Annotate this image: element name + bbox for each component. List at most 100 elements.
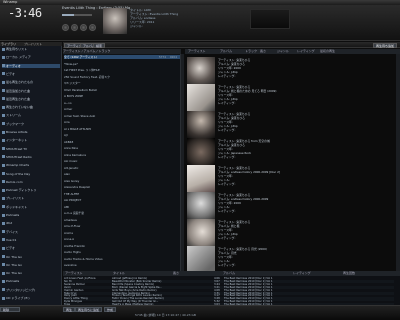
artist-row[interactable]: 9mm Parabellum Bullet	[64, 88, 180, 92]
artist-row[interactable]: Alex Gorey	[64, 179, 180, 183]
sidebar-tree-item[interactable]: Vue 01	[2, 238, 60, 242]
sidebar-tree-item[interactable]: ブックマーク	[2, 122, 60, 126]
artist-row[interactable]: Amu P-Flow	[64, 224, 180, 228]
window-title: Winamp	[3, 0, 18, 4]
sidebar-tree-item[interactable]: 最近追加された曲	[2, 89, 60, 93]
artist-row[interactable]: AI x BIGLE ATSUSHI	[64, 127, 180, 131]
sidebar-tree-item[interactable]: ビデオ	[2, 246, 60, 250]
artist-row[interactable]: Alina Kamakura	[64, 153, 180, 157]
create-button[interactable]: 作成	[104, 307, 117, 312]
artist-row[interactable]: Audio Tracks & Home Video	[64, 257, 180, 261]
sidebar-tree-item[interactable]: デバイス	[2, 230, 60, 234]
album-entry[interactable]: アーティスト: 鬼束ちひろ アルバム: 鬼束ちひろ リリース年: 2009 ジャンル:…	[187, 56, 387, 86]
artist-row[interactable]: Anima	[64, 231, 180, 235]
sidebar-tree-item[interactable]: Browse Artists	[2, 130, 60, 134]
artist-row[interactable]: a~no	[64, 101, 180, 105]
artist-row[interactable]: amadeus	[64, 218, 180, 222]
sidebar-tree-item[interactable]: Podcasts	[2, 213, 60, 217]
tab-playlist[interactable]: プレイリスト	[24, 42, 42, 46]
delete-button[interactable]: 削除	[0, 307, 20, 312]
artist-row[interactable]: alan	[64, 172, 180, 176]
sidebar-tree-item[interactable]: On The Go	[2, 263, 60, 267]
tab-search[interactable]: 検索	[93, 43, 106, 48]
sidebar-tree-item[interactable]: Winamp Charts	[2, 163, 60, 167]
sidebar-tree-label: プレイリスト	[6, 196, 25, 201]
sidebar-tabs: ライブラリ プレイリスト	[0, 42, 62, 46]
folder-icon	[2, 230, 5, 234]
album-scrollbar[interactable]	[396, 54, 400, 271]
album-entry[interactable]: アーティスト: 鬼束ちひろ アルバム: endless history 2000-…	[187, 191, 387, 221]
sidebar-tree-item[interactable]: Podcast ディレクトリ	[2, 188, 60, 192]
sidebar-tree-item[interactable]: Podcasts	[2, 279, 60, 283]
sidebar-tree-item[interactable]: SHOUTcast Radio	[2, 155, 60, 159]
artist-row[interactable]: Aira	[64, 120, 180, 124]
album-entry[interactable]: アーティスト: 鬼束ちひろ アルバム: 鬼束ちひろ リリース年: ジャンル: J-Po…	[187, 110, 387, 140]
sidebar-tree-item[interactable]: プレイリスト	[2, 196, 60, 200]
sidebar-tree-item[interactable]: On The Go	[2, 255, 60, 259]
sidebar-tree-label: Remix.com	[6, 179, 23, 184]
sidebar-tree-item[interactable]: オーディオ	[2, 63, 60, 68]
tab-library[interactable]: ライブラリ	[1, 42, 16, 46]
previous-button[interactable]	[62, 24, 69, 31]
artist-row[interactable]: Aimer	[64, 107, 180, 111]
artist-row[interactable]: 250 Sound Factory Feat. 初音ミク	[64, 75, 180, 79]
artist-row[interactable]: AJI	[64, 133, 180, 137]
artist-row[interactable]: avanzine	[64, 263, 180, 267]
artist-row[interactable]: 3/3 ジスター	[64, 81, 180, 85]
artist-row[interactable]: AKB48	[64, 140, 180, 144]
artist-name: 250 Sound Factory Feat. 初音ミク	[64, 74, 110, 79]
artist-row[interactable]: ALI PROJECT	[64, 198, 180, 202]
artist-scrollbar[interactable]	[181, 54, 184, 271]
sidebar-tree-item[interactable]: 再生されていない曲	[2, 105, 60, 109]
artist-row[interactable]: Aimer feat. Steve Aoki	[64, 114, 180, 118]
enqueue-button[interactable]: 再生待ち追加	[373, 43, 397, 48]
album-entry[interactable]: アーティスト: 鬼束ちひろ アルバム: 剣と楓 リリース年: ジャンル: J-Pop レ…	[187, 218, 387, 248]
enqueue-selected-button[interactable]: 再生待ちに追加	[75, 307, 103, 312]
artist-row[interactable]: Alt-Jenetic	[64, 166, 180, 170]
sidebar-tree-item[interactable]: 最近再生された曲	[2, 97, 60, 101]
sidebar-tree-item[interactable]: ビデオ	[2, 72, 60, 76]
next-button[interactable]	[89, 24, 96, 31]
sidebar-tree-item[interactable]: Remix.com	[2, 180, 60, 184]
artist-row[interactable]: a.m.a 宮脇千夏	[64, 211, 180, 215]
artist-row[interactable]: 1st FIRST Pres. リン体FILE	[64, 68, 180, 72]
artist-name: Aimer feat. Steve Aoki	[64, 113, 96, 118]
artist-row[interactable]: Anna-A	[64, 237, 180, 241]
sidebar-tree-item[interactable]: ポッドキャスト	[2, 205, 60, 209]
sidebar-tree-label: iPod	[6, 221, 13, 226]
artist-row[interactable]: AMI	[64, 205, 180, 209]
artist-row[interactable]: Alice Nine	[64, 146, 180, 150]
artist-row[interactable]: Aretha Franklin	[64, 244, 180, 248]
sidebar-tree-item[interactable]: CD ドライブ (E:)	[2, 296, 60, 300]
folder-icon	[2, 279, 5, 283]
sidebar-tree-item[interactable]: 最も再生されたもの	[2, 80, 60, 84]
time-display[interactable]: -3:46	[8, 6, 42, 20]
sidebar-tree-item[interactable]: プリンタ(リッピング)	[2, 288, 60, 292]
sidebar-tree-item[interactable]: iPod	[2, 221, 60, 225]
album-entry[interactable]: アーティスト: 鬼束ちひろ アルバム: endless history 2000-…	[187, 164, 387, 194]
play-button[interactable]	[71, 24, 78, 31]
album-cover	[187, 111, 215, 139]
sidebar-tree-item[interactable]: Song of the Day	[2, 172, 60, 176]
artist-row[interactable]: 全て (1262 アーティスト) 5774 9204	[64, 55, 180, 60]
sidebar-tree-item[interactable]: インターネット	[2, 138, 60, 142]
sidebar-tree-item[interactable]: SHOUTcast TV	[2, 147, 60, 151]
album-entry[interactable]: アーティスト: 鬼束ちひろ アルバム: 剣と楓のための 見てろ 明日 (2009)…	[187, 83, 387, 113]
artist-row[interactable]: *Wow-pe*	[64, 62, 180, 66]
main-toolbar	[63, 42, 400, 48]
artist-row[interactable]: THE ALFEE	[64, 192, 180, 196]
play-selected-button[interactable]: 再生	[63, 307, 76, 312]
album-rating: レイティング:	[218, 101, 236, 105]
artist-row[interactable]: A BOYS ZONE	[64, 94, 180, 98]
sidebar-tree-item[interactable]: ローカル メディア	[2, 55, 60, 59]
sidebar-tree-item[interactable]: On The Go	[2, 271, 60, 275]
pause-button[interactable]	[80, 24, 87, 31]
artist-row[interactable]: Alexandre Desplat	[64, 185, 180, 189]
sidebar-tree-item[interactable]: ストリーム	[2, 113, 60, 117]
artist-row[interactable]: ALI music	[64, 159, 180, 163]
artist-name: ALI music	[64, 159, 78, 163]
artist-row[interactable]: Audio Highs	[64, 250, 180, 254]
sidebar-tree-item[interactable]: 再生待ちリスト	[2, 47, 60, 51]
folder-icon	[2, 255, 5, 258]
album-entry[interactable]: アーティスト: 鬼束ちひろ from 天空の城 アルバム: 鬼束ちひろ リリース年:…	[187, 137, 387, 167]
